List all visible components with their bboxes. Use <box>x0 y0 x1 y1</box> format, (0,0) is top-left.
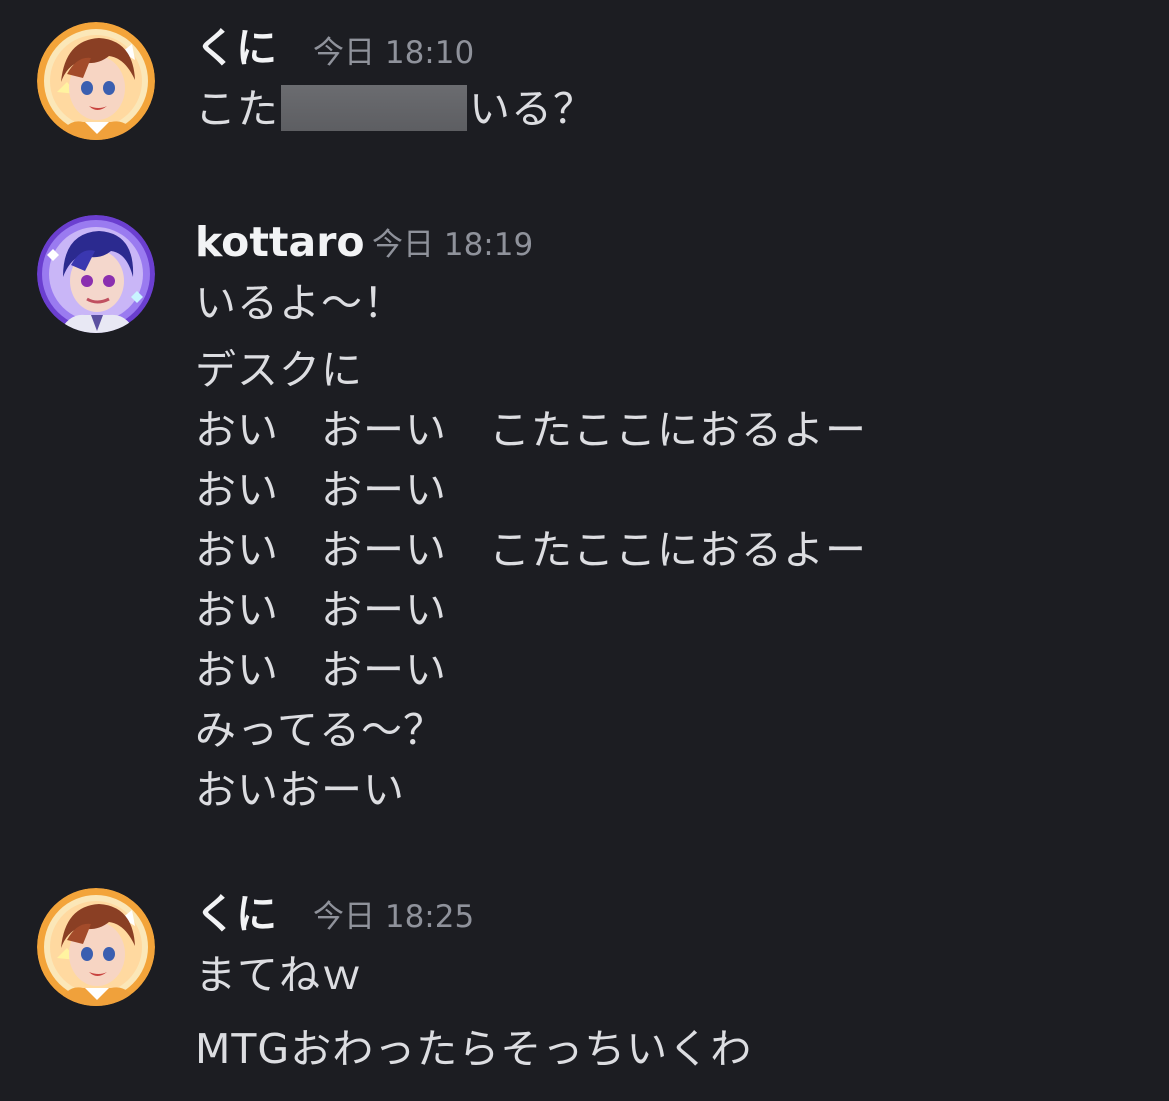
message-line: まてねｗ <box>195 951 363 999</box>
username-kuni[interactable]: くに <box>195 24 277 72</box>
avatar-kuni-icon[interactable] <box>37 888 155 1006</box>
message-line: おい おーい こたここにおるよー <box>195 406 867 454</box>
username-kuni[interactable]: くに <box>195 890 277 938</box>
message-line: おい おーい <box>195 466 447 514</box>
message-text-after: いる？ <box>469 85 595 133</box>
timestamp: 今日 18:10 <box>313 35 475 71</box>
message-line: おい おーい <box>195 646 447 694</box>
timestamp: 今日 18:25 <box>313 899 475 935</box>
message-line: みってる〜？ <box>195 706 445 754</box>
message-line: デスクに <box>195 346 363 394</box>
username-kottaro[interactable]: kottaro <box>195 218 365 266</box>
timestamp: 今日 18:19 <box>372 227 534 263</box>
message-line: おい おーい こたここにおるよー <box>195 526 867 574</box>
chat-view: くに 今日 18:10 こた いる？ kottaro 今日 18:19 いるよ〜… <box>0 0 1169 1101</box>
message-line: こた いる？ <box>195 84 595 134</box>
redacted-block <box>281 85 467 131</box>
message-line: おいおーい <box>195 766 405 814</box>
avatar-kottaro-icon[interactable] <box>37 215 155 333</box>
avatar-kuni-icon[interactable] <box>37 22 155 140</box>
message-line: おい おーい <box>195 586 447 634</box>
message-line: MTGおわったらそっちいくわ <box>195 1025 753 1073</box>
message-line: いるよ〜！ <box>195 279 405 327</box>
message-text-before: こた <box>195 85 279 133</box>
